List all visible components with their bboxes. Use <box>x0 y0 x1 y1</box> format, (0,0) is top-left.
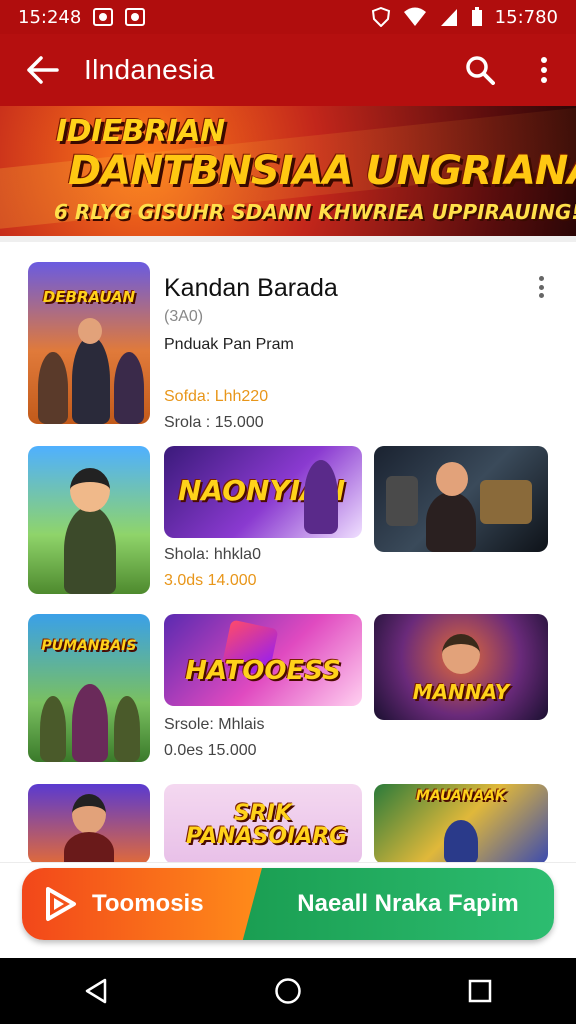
game-card-cinema[interactable] <box>374 446 548 552</box>
page-title: Ilndanesia <box>84 54 215 85</box>
status-clock-right: 15:780 <box>494 6 558 28</box>
divider <box>0 236 576 242</box>
featured-description: Pnduak Pan Pram <box>164 336 294 353</box>
promotion-button[interactable]: Toomosis <box>22 868 262 940</box>
game-card-srik[interactable]: SRIK PANASOIARG <box>164 784 362 864</box>
notification-icon <box>93 8 114 26</box>
wifi-icon <box>403 7 426 26</box>
featured-thumbnail[interactable]: DEBRAUAN <box>28 262 150 424</box>
circle-home-icon <box>275 978 301 1004</box>
card-figure <box>304 460 338 534</box>
card-title-art: SRIK PANASOIARG <box>186 801 348 850</box>
row2-stat2: 3.0ds 14.000 <box>164 572 257 589</box>
more-vert-icon <box>541 57 547 83</box>
featured-stat2: Srola : 15.000 <box>164 414 264 431</box>
shield-icon <box>371 7 390 27</box>
nav-home-button[interactable] <box>258 961 318 1021</box>
game-card-mauanaak[interactable]: MAUANAAK <box>374 784 548 864</box>
thumb-figure-3 <box>114 696 140 762</box>
game-card-mannay[interactable]: MANNAY <box>374 614 548 720</box>
nav-back-button[interactable] <box>66 961 126 1021</box>
card-figure <box>444 820 478 864</box>
thumb-figure-2 <box>38 352 68 424</box>
featured-title[interactable]: Kandan Barada <box>164 274 338 303</box>
nav-recents-button[interactable] <box>450 961 510 1021</box>
card-head <box>442 634 480 674</box>
thumbnail-text: PUMANBAIS <box>41 638 137 654</box>
search-icon <box>466 56 495 85</box>
promotion-label: Toomosis <box>92 890 204 917</box>
notification-icon-2 <box>125 8 146 26</box>
card-title-art: MAUANAAK <box>416 788 506 804</box>
thumb-figure-2 <box>40 696 66 762</box>
game-thumbnail-soldier[interactable] <box>28 446 150 594</box>
card-head <box>436 462 468 496</box>
row2-stat1: Shola: hhkla0 <box>164 546 261 563</box>
triangle-back-icon <box>85 978 107 1004</box>
banner-line1: IDIEBRIAN <box>56 114 225 149</box>
game-card-naonyian[interactable]: NAONYIAN <box>164 446 362 538</box>
camera-shape <box>480 480 532 524</box>
play-icon <box>46 887 76 921</box>
featured-subtitle: (3A0) <box>164 308 204 325</box>
game-card-hatooess[interactable]: HATOOESS <box>164 614 362 706</box>
arrow-left-icon <box>27 56 59 84</box>
thumb-figure <box>72 684 108 762</box>
featured-thumbnail-text: DEBRAUAN <box>42 288 136 306</box>
thumb-figure <box>64 506 116 594</box>
banner-line2: DANTBNSIAA UNGRIANAK! <box>68 148 576 194</box>
game-thumbnail-pumanbais[interactable]: PUMANBAIS <box>28 614 150 762</box>
featured-stat1: Sofda: Lhh220 <box>164 388 269 405</box>
status-bar: 15:248 15:780 <box>0 0 576 34</box>
search-button[interactable] <box>448 34 512 106</box>
thumb-head <box>78 318 102 344</box>
card-figure <box>426 492 476 552</box>
more-options-button[interactable] <box>512 34 576 106</box>
card-title-art: HATOOESS <box>185 656 341 686</box>
back-button[interactable] <box>0 34 84 106</box>
primary-action-button[interactable]: Naeall Nraka Fapim <box>242 868 554 940</box>
cta-bar: Toomosis Naeall Nraka Fapim <box>22 868 554 940</box>
battery-icon <box>471 7 482 26</box>
featured-more-button[interactable] <box>530 272 552 302</box>
app-bar: Ilndanesia <box>0 34 576 106</box>
thumb-figure <box>64 832 114 864</box>
camera-shape-2 <box>386 476 418 526</box>
thumb-figure <box>72 336 110 424</box>
system-nav-bar <box>0 958 576 1024</box>
thumb-head <box>72 794 106 834</box>
thumb-figure-3 <box>114 352 144 424</box>
signal-icon <box>440 9 457 26</box>
banner-line3: 6 RLYG GISUHR SDANN KHWRIEA UPPIRAUING! <box>54 200 576 224</box>
row3-stat2: 0.0es 15.000 <box>164 742 257 759</box>
square-recents-icon <box>468 979 492 1003</box>
row3-stat1: Srsole: Mhlais <box>164 716 265 733</box>
status-time: 15:248 <box>18 6 82 28</box>
promo-banner[interactable]: IDIEBRIAN DANTBNSIAA UNGRIANAK! 6 RLYG G… <box>0 106 576 236</box>
thumb-head <box>70 468 110 512</box>
game-thumbnail-hero[interactable] <box>28 784 150 864</box>
card-title-art: MANNAY <box>412 680 510 704</box>
